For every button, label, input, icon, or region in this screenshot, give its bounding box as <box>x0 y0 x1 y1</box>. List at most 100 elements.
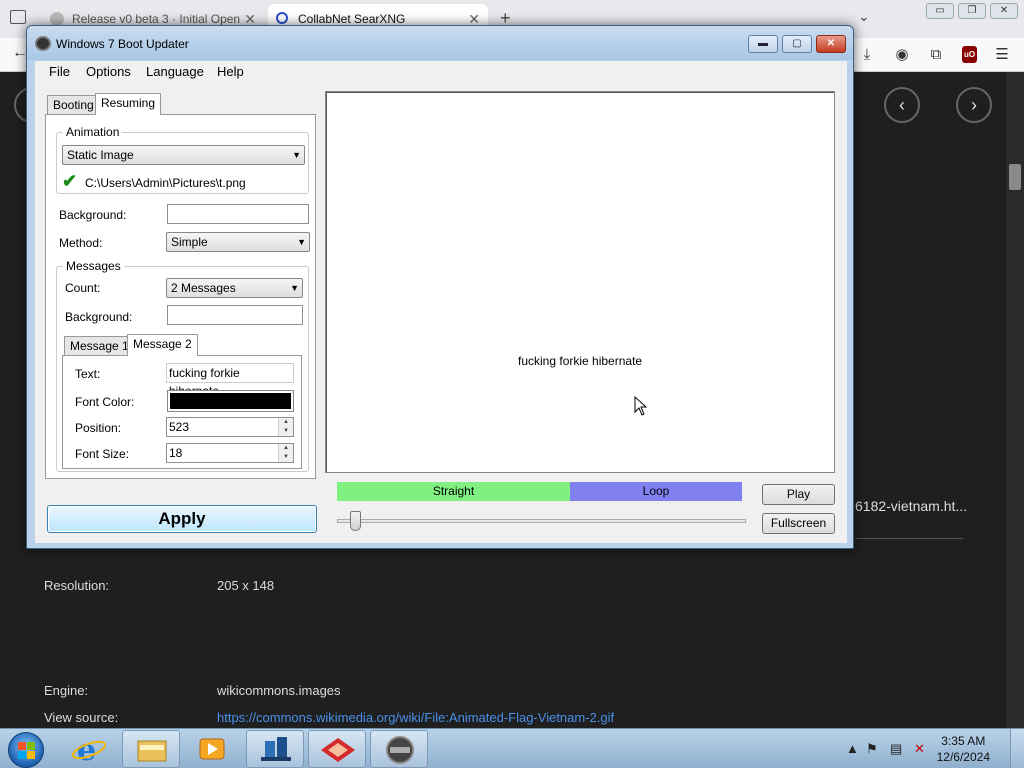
count-label: Count: <box>65 281 101 295</box>
font-color-label: Font Color: <box>75 395 135 409</box>
menu-help[interactable]: Help <box>210 61 251 83</box>
engine-value: wikicommons.images <box>217 683 341 698</box>
system-clock[interactable]: 3:35 AM 12/6/2024 <box>937 733 990 765</box>
action-center-flag-icon[interactable]: ⚑ <box>866 741 878 757</box>
app-icon <box>35 36 51 51</box>
red-app-icon[interactable] <box>308 730 366 768</box>
tab-booting[interactable]: Booting <box>47 95 100 115</box>
chevron-down-icon[interactable]: ⌄ <box>858 8 870 25</box>
extensions-icon[interactable]: ⧉ <box>927 46 945 64</box>
position-value: 523 <box>169 420 190 434</box>
resolution-label: Resolution: <box>44 578 110 593</box>
tab-list-icon[interactable] <box>10 10 26 24</box>
previous-image-button[interactable]: ‹ <box>884 87 920 123</box>
animation-group-title: Animation <box>63 125 123 139</box>
count-select[interactable]: 2 Messages ▼ <box>166 278 303 298</box>
view-source-link[interactable]: https://commons.wikimedia.org/wiki/File:… <box>217 710 614 725</box>
menu-file[interactable]: File <box>42 61 77 83</box>
resuming-panel: Animation Static Image ▼ ✔ C:\Users\Admi… <box>45 114 316 479</box>
menu-bar: File Options Language Help <box>35 61 847 83</box>
network-app-icon[interactable] <box>246 730 304 768</box>
fullscreen-button[interactable]: Fullscreen <box>762 513 835 534</box>
method-select[interactable]: Simple ▼ <box>166 232 310 252</box>
stepper-up-icon[interactable]: ▲ <box>279 418 293 427</box>
title-bar[interactable]: Windows 7 Boot Updater ▬ ▢ ✕ <box>27 26 853 60</box>
message-2-panel: Text: fucking forkie hibernate Font Colo… <box>62 355 302 469</box>
maximize-button[interactable]: ▢ <box>782 35 812 53</box>
engine-label: Engine: <box>44 683 89 698</box>
browser-close-button[interactable]: ✕ <box>990 3 1018 19</box>
start-button[interactable] <box>8 732 44 768</box>
browser-restore-button[interactable]: ❐ <box>958 3 986 19</box>
menu-options[interactable]: Options <box>79 61 138 83</box>
messages-background-label: Background: <box>65 310 133 324</box>
stepper-buttons[interactable]: ▲ ▼ <box>278 418 293 436</box>
boot-updater-taskbar-icon[interactable] <box>370 730 428 768</box>
text-field[interactable]: fucking forkie hibernate <box>166 363 294 398</box>
position-stepper[interactable]: 523 ▲ ▼ <box>166 417 294 437</box>
menu-icon[interactable]: ☰ <box>993 46 1011 64</box>
browser-minimize-button[interactable]: ▭ <box>926 3 954 19</box>
count-value: 2 Messages <box>171 281 236 295</box>
close-button[interactable]: ✕ <box>816 35 846 53</box>
messages-group: Messages Count: 2 Messages ▼ Background:… <box>56 259 309 472</box>
show-desktop-button[interactable] <box>1010 729 1024 768</box>
animation-group: Animation Static Image ▼ ✔ C:\Users\Admi… <box>56 125 309 194</box>
text-label: Text: <box>75 367 101 381</box>
messages-background-field[interactable] <box>167 305 303 325</box>
volume-muted-icon[interactable]: ✕ <box>914 741 925 757</box>
minimize-button[interactable]: ▬ <box>748 35 778 53</box>
straight-segment[interactable]: Straight <box>337 482 570 501</box>
loop-segment[interactable]: Loop <box>570 482 742 501</box>
image-filename[interactable]: 6182-vietnam.ht... <box>855 498 967 514</box>
stepper-down-icon[interactable]: ▼ <box>279 453 293 462</box>
method-label: Method: <box>59 236 103 250</box>
ublock-icon[interactable]: uO <box>962 46 977 63</box>
file-explorer-icon[interactable] <box>122 730 180 768</box>
timeline-slider-track[interactable] <box>337 519 746 523</box>
stepper-buttons[interactable]: ▲ ▼ <box>278 444 293 462</box>
apply-button[interactable]: Apply <box>47 505 317 533</box>
stepper-down-icon[interactable]: ▼ <box>279 427 293 436</box>
background-field[interactable] <box>167 204 309 224</box>
dropdown-arrow-icon: ▼ <box>297 237 306 247</box>
mouse-cursor-icon <box>634 396 648 416</box>
boot-updater-window: Windows 7 Boot Updater ▬ ▢ ✕ File Option… <box>26 25 854 549</box>
font-size-value: 18 <box>169 446 183 460</box>
next-image-button[interactable]: › <box>956 87 992 123</box>
dropdown-arrow-icon: ▼ <box>290 283 299 293</box>
timeline-slider-thumb[interactable] <box>350 511 361 531</box>
position-label: Position: <box>75 421 122 435</box>
method-value: Simple <box>171 235 208 249</box>
download-icon[interactable]: ⤓ <box>858 46 876 64</box>
tab-message-2[interactable]: Message 2 <box>127 334 198 356</box>
network-icon[interactable]: ▤ <box>890 741 902 757</box>
internet-explorer-icon[interactable]: e <box>60 730 118 768</box>
clock-time: 3:35 AM <box>941 734 986 748</box>
play-button[interactable]: Play <box>762 484 835 505</box>
animation-type-select[interactable]: Static Image ▼ <box>62 145 305 165</box>
font-color-picker[interactable] <box>167 390 294 412</box>
font-size-label: Font Size: <box>75 447 130 461</box>
divider <box>855 538 963 539</box>
menu-language[interactable]: Language <box>139 61 211 83</box>
messages-group-title: Messages <box>63 259 124 273</box>
window-title: Windows 7 Boot Updater <box>56 37 189 51</box>
browser-tab-label: Release v0 beta 3 · Initial Open <box>72 12 241 26</box>
scroll-thumb[interactable] <box>1009 164 1021 190</box>
browser-tab-label: CollabNet SearXNG <box>298 12 406 26</box>
media-player-icon[interactable] <box>184 730 242 768</box>
tray-overflow-icon[interactable]: ▲ <box>846 741 859 756</box>
font-size-stepper[interactable]: 18 ▲ ▼ <box>166 443 294 463</box>
windows-logo-icon <box>18 742 36 760</box>
stepper-up-icon[interactable]: ▲ <box>279 444 293 453</box>
preview-area[interactable]: fucking forkie hibernate <box>325 91 835 473</box>
tab-resuming[interactable]: Resuming <box>95 93 162 115</box>
taskbar: e ▲ ⚑ ▤ ✕ 3:35 AM 12/6/2024 <box>0 728 1024 768</box>
font-color-swatch <box>170 393 291 409</box>
animation-path: C:\Users\Admin\Pictures\t.png <box>85 176 246 190</box>
page-scrollbar[interactable] <box>1006 72 1024 728</box>
clock-date: 12/6/2024 <box>936 750 990 764</box>
tab-message-1[interactable]: Message 1 <box>64 336 135 356</box>
account-icon[interactable]: ◉ <box>893 46 911 64</box>
